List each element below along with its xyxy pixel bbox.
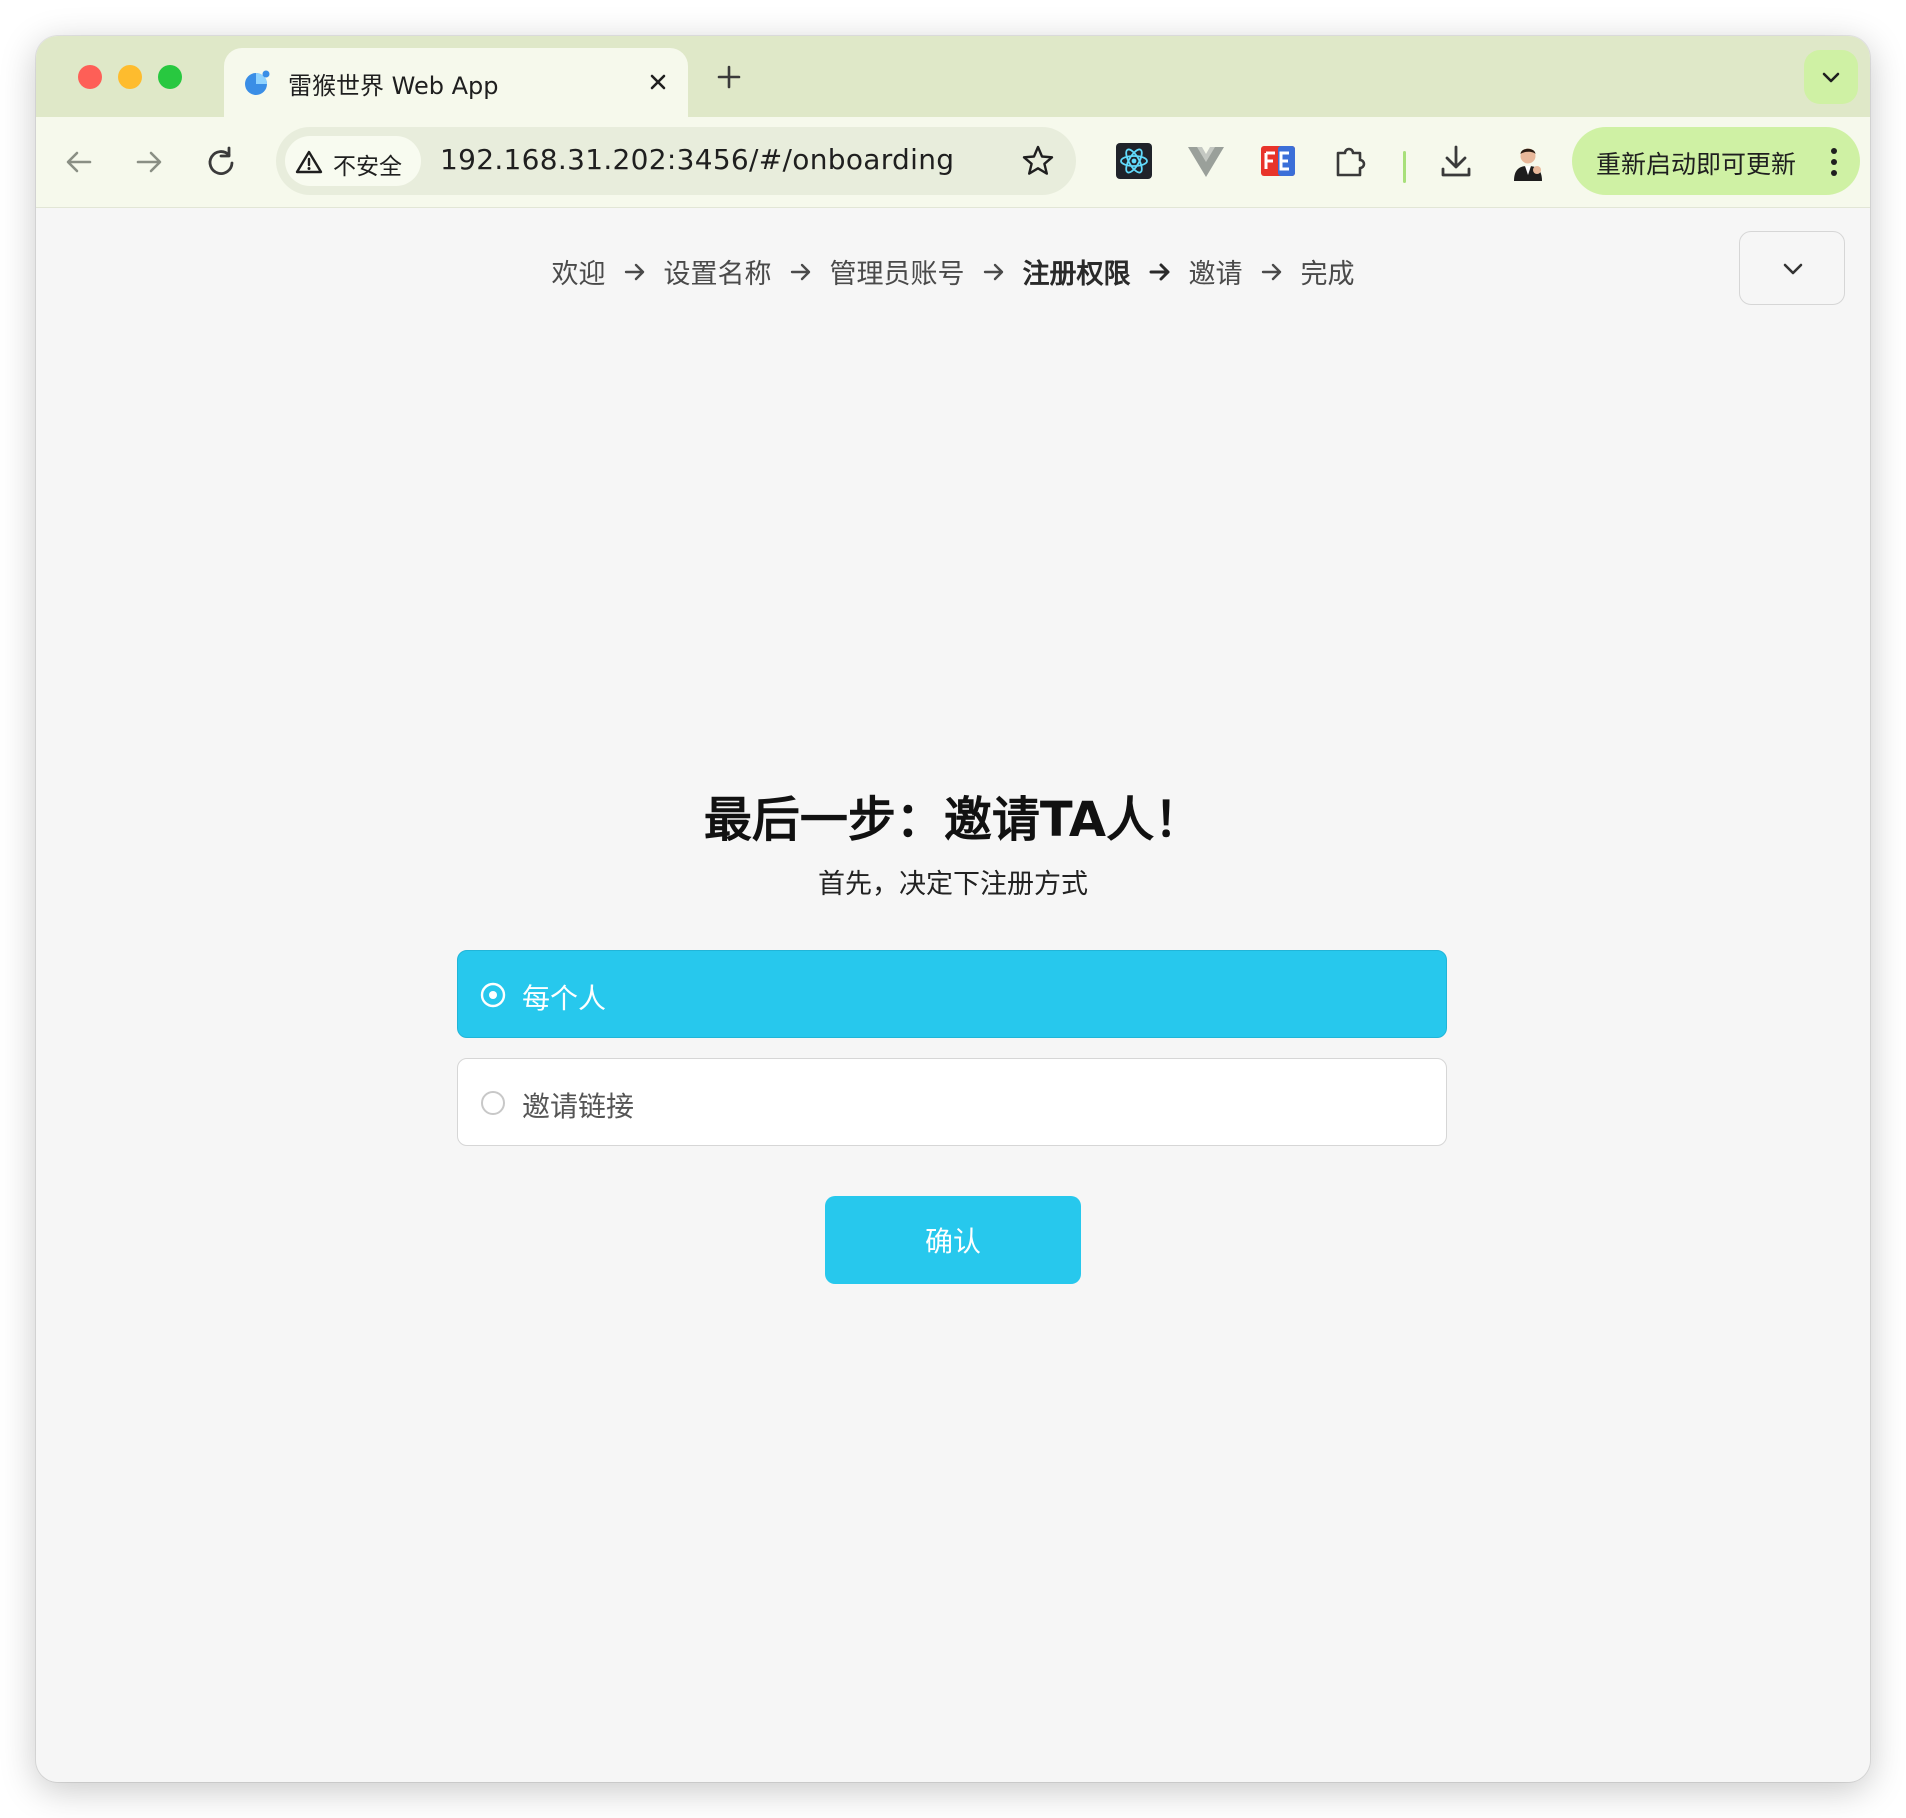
relaunch-update-button[interactable]: 重新启动即可更新 (1572, 127, 1860, 195)
tab-search-button[interactable] (1804, 50, 1858, 104)
option-invite-link-label: 邀请链接 (522, 1090, 635, 1123)
close-window-button[interactable] (78, 65, 102, 89)
chevron-down-icon (1822, 72, 1840, 83)
url-text[interactable]: 192.168.31.202:3456/#/onboarding (440, 143, 954, 176)
react-devtools-extension-icon[interactable] (1112, 139, 1156, 183)
update-button-label: 重新启动即可更新 (1596, 150, 1797, 179)
more-menu-icon (1831, 148, 1837, 176)
step-invite: 邀请 (1188, 259, 1243, 290)
radio-selected-icon[interactable] (480, 982, 506, 1008)
browser-toolbar: 不安全 192.168.31.202:3456/#/onboarding 重新启… (36, 117, 1870, 208)
arrow-right-icon (1149, 263, 1169, 280)
fe-helper-extension-icon[interactable] (1256, 139, 1300, 183)
vue-devtools-extension-icon[interactable] (1184, 139, 1228, 183)
toolbar-separator (1403, 151, 1406, 183)
page-title: 最后一步：邀请TA人！ (703, 792, 1203, 848)
arrow-right-icon (790, 263, 810, 280)
bookmark-star-icon[interactable] (1020, 143, 1056, 179)
step-registration-permission: 注册权限 (1022, 259, 1131, 290)
reload-icon[interactable] (200, 141, 242, 183)
forward-arrow-icon[interactable] (128, 141, 170, 183)
radio-unselected-icon[interactable] (480, 1090, 506, 1116)
option-everyone-label: 每个人 (522, 982, 607, 1015)
browser-tab-active[interactable]: 雷猴世界 Web App (224, 48, 688, 117)
browser-window: 雷猴世界 Web App 不安全 192.168.31.202:3456/#/o… (36, 36, 1870, 1782)
app-favicon-icon (245, 70, 270, 95)
stepper-toggle-button[interactable] (1739, 231, 1845, 305)
option-invite-link[interactable]: 邀请链接 (457, 1058, 1447, 1146)
warning-icon (295, 150, 323, 174)
step-admin-account: 管理员账号 (829, 259, 965, 290)
tab-title: 雷猴世界 Web App (288, 72, 499, 100)
step-welcome: 欢迎 (551, 259, 606, 290)
step-set-name: 设置名称 (663, 259, 772, 290)
onboarding-stepper: 欢迎 设置名称 管理员账号 注册权限 邀请 完成 (36, 252, 1870, 291)
security-indicator[interactable]: 不安全 (285, 136, 421, 186)
maximize-window-button[interactable] (158, 65, 182, 89)
extensions-puzzle-icon[interactable] (1328, 139, 1372, 183)
security-label: 不安全 (333, 154, 402, 180)
option-everyone[interactable]: 每个人 (457, 950, 1447, 1038)
page-subtitle: 首先，决定下注册方式 (818, 869, 1088, 900)
address-bar[interactable]: 不安全 192.168.31.202:3456/#/onboarding (276, 127, 1076, 195)
onboarding-page: 欢迎 设置名称 管理员账号 注册权限 邀请 完成 最后一步：邀请TA人！ 首先，决定下注册… (36, 208, 1870, 1782)
arrow-right-icon (624, 263, 644, 280)
close-tab-icon[interactable] (644, 68, 672, 96)
profile-avatar-icon[interactable] (1506, 139, 1550, 183)
minimize-window-button[interactable] (118, 65, 142, 89)
chevron-down-icon (1783, 263, 1803, 275)
new-tab-icon[interactable] (712, 60, 746, 94)
confirm-button[interactable]: 确认 (825, 1196, 1081, 1284)
download-icon[interactable] (1434, 139, 1478, 183)
arrow-right-icon (1261, 263, 1281, 280)
tab-strip: 雷猴世界 Web App (36, 36, 1870, 117)
step-done: 完成 (1300, 259, 1355, 290)
back-arrow-icon[interactable] (58, 141, 100, 183)
arrow-right-icon (983, 263, 1003, 280)
